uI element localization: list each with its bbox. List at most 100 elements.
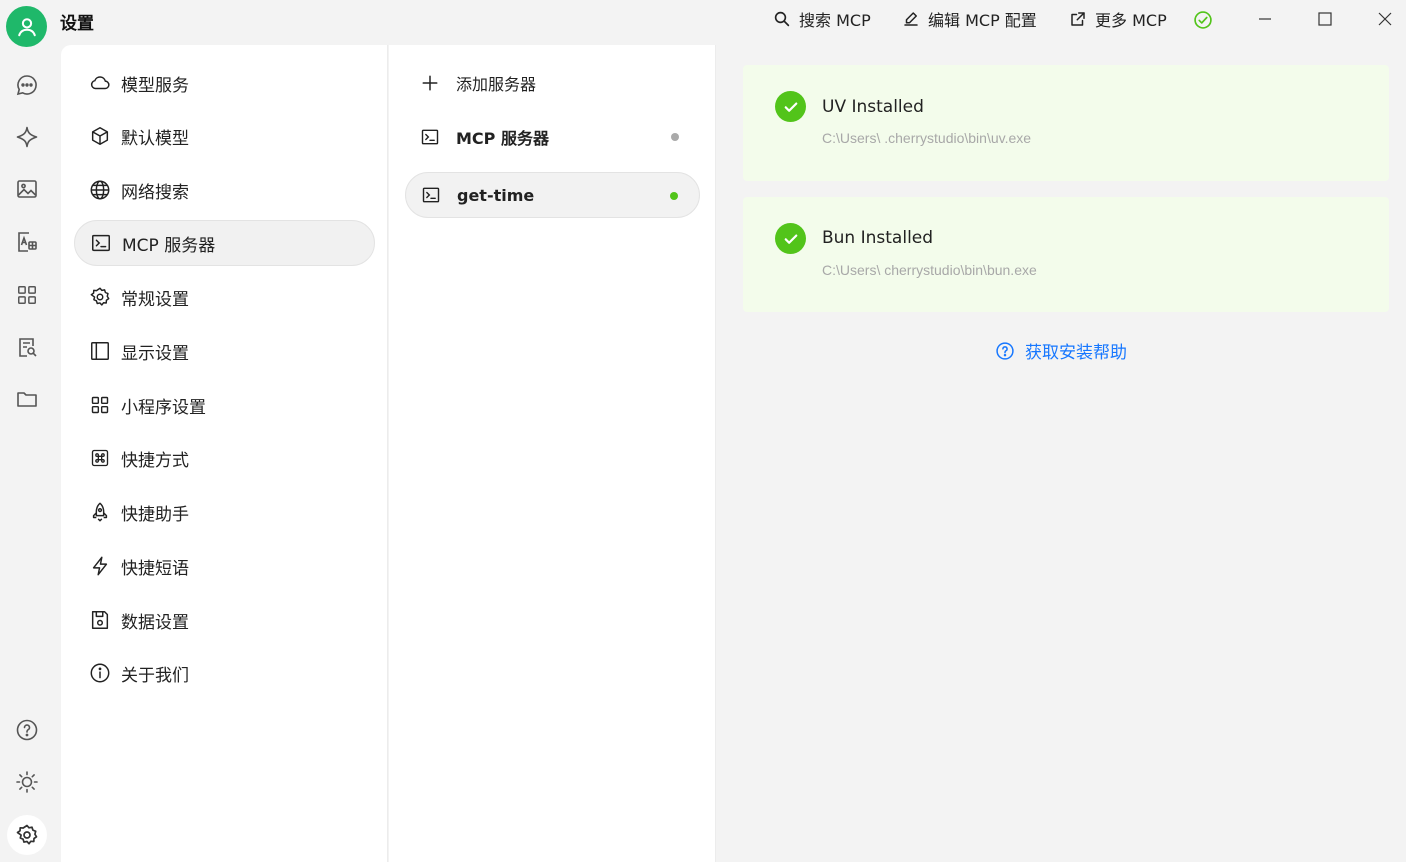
nav-item-label: 快捷短语: [121, 558, 189, 579]
check-circle-icon: [1194, 11, 1212, 29]
nav-item-quick-phrases[interactable]: 快捷短语: [74, 543, 375, 589]
maximize-button[interactable]: [1295, 0, 1355, 38]
server-item-label: MCP 服务器: [456, 129, 549, 148]
settings-nav: 模型服务 默认模型 网络搜索 MCP 服务器 常规设置 显示设置 小程序设置 快…: [61, 45, 388, 862]
nav-item-data-settings[interactable]: 数据设置: [74, 597, 375, 643]
nav-item-label: 快捷助手: [121, 504, 189, 525]
rail-chat-button[interactable]: [10, 68, 44, 102]
info-icon: [89, 662, 111, 684]
nav-item-label: 网络搜索: [121, 182, 189, 203]
add-server-button[interactable]: 添加服务器: [405, 60, 700, 106]
nav-item-label: 关于我们: [121, 665, 189, 686]
icon-rail: [0, 45, 60, 862]
translate-icon: [18, 232, 37, 252]
nav-item-quick-assistant[interactable]: 快捷助手: [74, 489, 375, 535]
rail-knowledge-button[interactable]: [10, 330, 44, 364]
external-link-icon: [1071, 12, 1085, 26]
nav-item-label: 模型服务: [121, 75, 189, 96]
status-dot: [670, 192, 678, 200]
maximize-icon: [1318, 12, 1332, 26]
content-panel: UV Installed C:\Users\ .cherrystudio\bin…: [717, 45, 1406, 862]
server-item-label: get-time: [457, 185, 535, 205]
nav-item-default-model[interactable]: 默认模型: [74, 113, 375, 159]
nav-item-miniapp-settings[interactable]: 小程序设置: [74, 382, 375, 428]
edit-mcp-config-button[interactable]: 编辑 MCP 配置: [902, 8, 1037, 30]
nav-item-mcp-servers[interactable]: MCP 服务器: [74, 220, 375, 266]
edit-mcp-config-label: 编辑 MCP 配置: [928, 11, 1037, 30]
rail-files-button[interactable]: [10, 382, 44, 416]
nav-item-label: 小程序设置: [121, 397, 206, 418]
mcp-server-list: 添加服务器 MCP 服务器 get-time: [389, 45, 716, 862]
image-icon: [17, 180, 37, 198]
rocket-icon: [89, 501, 111, 523]
nav-item-label: 常规设置: [121, 289, 189, 310]
user-icon: [17, 17, 36, 36]
more-mcp-button[interactable]: 更多 MCP: [1069, 8, 1167, 30]
nav-item-label: MCP 服务器: [122, 235, 216, 256]
help-circle-icon: [16, 719, 38, 741]
more-mcp-label: 更多 MCP: [1095, 11, 1167, 30]
uv-path: C:\Users\ .cherrystudio\bin\uv.exe: [822, 130, 1032, 146]
apps-grid-icon: [18, 286, 36, 304]
globe-icon: [89, 179, 111, 201]
status-indicator[interactable]: [1193, 9, 1221, 31]
rail-image-button[interactable]: [10, 172, 44, 206]
install-help-link[interactable]: 获取安装帮助: [995, 338, 1127, 363]
cube-icon: [89, 125, 111, 147]
uv-title: UV Installed: [822, 97, 924, 117]
rail-help-button[interactable]: [10, 713, 44, 747]
success-check-icon: [775, 223, 806, 254]
status-dot: [671, 133, 679, 141]
nav-item-web-search[interactable]: 网络搜索: [74, 167, 375, 213]
nav-item-label: 快捷方式: [121, 450, 189, 471]
search-mcp-label: 搜索 MCP: [799, 11, 871, 30]
bun-title: Bun Installed: [822, 228, 934, 248]
server-item-mcp[interactable]: MCP 服务器: [405, 114, 700, 160]
layout-icon: [89, 340, 111, 362]
title-bar: 设置 搜索 MCP 编辑 MCP 配置 更多 MCP: [0, 0, 1406, 47]
grid-icon: [89, 394, 111, 416]
close-button[interactable]: [1355, 0, 1406, 38]
gear-icon: [89, 286, 111, 308]
nav-item-about[interactable]: 关于我们: [74, 650, 375, 696]
file-search-icon: [19, 338, 37, 357]
folder-icon: [17, 392, 37, 407]
terminal-icon: [420, 184, 442, 206]
nav-item-label: 默认模型: [121, 128, 189, 149]
plus-icon: [419, 72, 441, 94]
add-server-label: 添加服务器: [456, 75, 537, 94]
page-title: 设置: [60, 14, 94, 34]
user-avatar[interactable]: [6, 6, 47, 47]
nav-item-general-settings[interactable]: 常规设置: [74, 274, 375, 320]
sun-icon: [16, 771, 38, 793]
install-help-label: 获取安装帮助: [1025, 343, 1127, 363]
nav-item-label: 数据设置: [121, 612, 189, 633]
gear-icon: [16, 824, 38, 845]
nav-item-model-service[interactable]: 模型服务: [74, 60, 375, 106]
rail-settings-button[interactable]: [7, 815, 47, 855]
help-circle-icon: [996, 341, 1014, 360]
minimize-icon: [1259, 18, 1271, 20]
rail-theme-button[interactable]: [10, 765, 44, 799]
rail-translate-button[interactable]: [10, 225, 44, 259]
server-item-get-time[interactable]: get-time: [405, 172, 700, 218]
chat-icon: [16, 75, 37, 96]
nav-item-display-settings[interactable]: 显示设置: [74, 328, 375, 374]
minimize-button[interactable]: [1235, 0, 1295, 38]
cloud-icon: [89, 72, 111, 94]
zap-icon: [89, 555, 111, 577]
bun-status-card: Bun Installed C:\Users\ cherrystudio\bin…: [743, 197, 1389, 312]
nav-item-label: 显示设置: [121, 343, 189, 364]
sparkle-icon: [16, 126, 38, 148]
uv-status-card: UV Installed C:\Users\ .cherrystudio\bin…: [743, 65, 1389, 181]
save-icon: [89, 609, 111, 631]
terminal-icon: [90, 232, 112, 254]
rail-agents-button[interactable]: [10, 120, 44, 154]
pencil-icon: [904, 12, 918, 26]
success-check-icon: [775, 91, 806, 122]
rail-apps-button[interactable]: [10, 278, 44, 312]
close-icon: [1378, 12, 1392, 26]
command-icon: [89, 447, 111, 469]
search-mcp-button[interactable]: 搜索 MCP: [773, 8, 871, 30]
nav-item-shortcuts[interactable]: 快捷方式: [74, 435, 375, 481]
